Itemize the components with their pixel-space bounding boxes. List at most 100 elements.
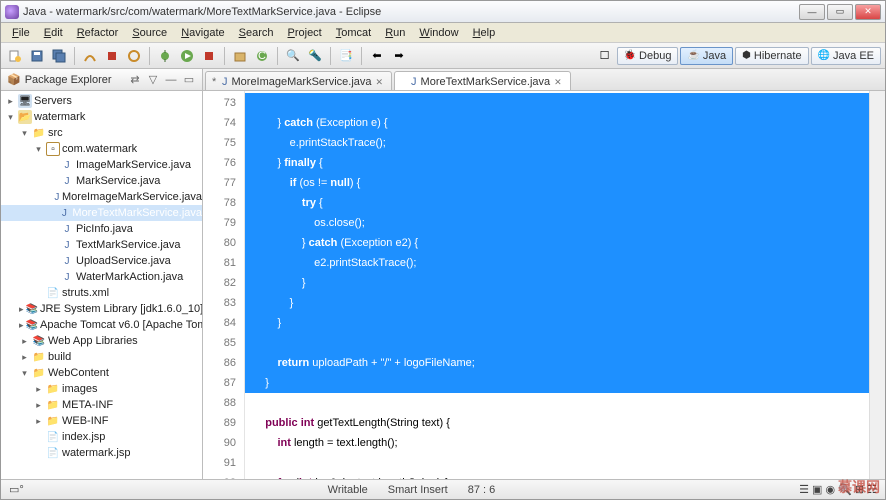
- perspective-javaee[interactable]: 🌐 Java EE: [811, 47, 881, 65]
- view-menu-icon[interactable]: ▽: [146, 73, 160, 86]
- tree-node[interactable]: JMarkService.java: [1, 173, 202, 189]
- expand-icon[interactable]: ▾: [19, 368, 30, 379]
- tree-node[interactable]: JUploadService.java: [1, 253, 202, 269]
- srv-icon: 🖥: [18, 94, 32, 108]
- tree-node[interactable]: 📄index.jsp: [1, 429, 202, 445]
- link-editor-icon[interactable]: ⇄: [128, 73, 142, 86]
- new-package-button[interactable]: [230, 46, 250, 66]
- vertical-scrollbar[interactable]: [869, 91, 885, 479]
- tree-node[interactable]: JTextMarkService.java: [1, 237, 202, 253]
- open-perspective-button[interactable]: ☐: [595, 46, 615, 66]
- save-all-button[interactable]: [49, 46, 69, 66]
- close-tab-icon[interactable]: ✕: [376, 77, 384, 88]
- external-tools-button[interactable]: [199, 46, 219, 66]
- tree-node[interactable]: ▾📁WebContent: [1, 365, 202, 381]
- tomcat-start-icon[interactable]: [80, 46, 100, 66]
- tree-node[interactable]: ▾📁src: [1, 125, 202, 141]
- expand-icon[interactable]: ▸: [5, 96, 16, 107]
- new-button[interactable]: [5, 46, 25, 66]
- run-button[interactable]: [177, 46, 197, 66]
- tree-node[interactable]: ▸🖥Servers: [1, 93, 202, 109]
- tree-node[interactable]: JMoreImageMarkService.java: [1, 189, 202, 205]
- tree-label: index.jsp: [62, 431, 105, 443]
- package-explorer-tab[interactable]: 📦 Package Explorer ⇄ ▽ — ▭: [1, 69, 202, 91]
- java-file-icon: J: [222, 76, 228, 88]
- menu-file[interactable]: File: [5, 25, 37, 41]
- tomcat-restart-icon[interactable]: [124, 46, 144, 66]
- save-button[interactable]: [27, 46, 47, 66]
- minimize-button[interactable]: —: [799, 4, 825, 20]
- expand-icon[interactable]: ▾: [33, 144, 44, 155]
- tree-node[interactable]: ▸📁WEB-INF: [1, 413, 202, 429]
- code-content[interactable]: } catch (Exception e) { e.printStackTrac…: [245, 91, 869, 479]
- code-editor[interactable]: 7374757677787980818283848586878889909192…: [203, 91, 885, 479]
- maximize-button[interactable]: ▭: [827, 4, 853, 20]
- menu-run[interactable]: Run: [378, 25, 412, 41]
- editor-tab[interactable]: *JMoreImageMarkService.java✕: [205, 71, 392, 90]
- menu-project[interactable]: Project: [281, 25, 329, 41]
- maximize-view-icon[interactable]: ▭: [182, 73, 196, 86]
- tree-node[interactable]: ▸📚Apache Tomcat v6.0 [Apache Tomcat v6: [1, 317, 202, 333]
- expand-icon[interactable]: ▸: [19, 304, 24, 315]
- open-type-button[interactable]: 🔍: [283, 46, 303, 66]
- minimize-view-icon[interactable]: —: [164, 74, 178, 86]
- main-toolbar: C 🔍 🔦 📑 ⬅ ➡ ☐ 🐞 Debug ☕ Java ⬢ Hibernate…: [1, 43, 885, 69]
- tree-node[interactable]: ▸📚Web App Libraries: [1, 333, 202, 349]
- tree-node[interactable]: ▸📁images: [1, 381, 202, 397]
- tree-node[interactable]: JPicInfo.java: [1, 221, 202, 237]
- perspective-debug[interactable]: 🐞 Debug: [617, 47, 679, 65]
- back-button[interactable]: ⬅: [367, 46, 387, 66]
- close-tab-icon[interactable]: ✕: [554, 77, 562, 88]
- perspective-hibernate[interactable]: ⬢ Hibernate: [735, 47, 808, 65]
- search-button[interactable]: 🔦: [305, 46, 325, 66]
- tomcat-stop-icon[interactable]: [102, 46, 122, 66]
- status-bar: ▭° Writable Smart Insert 87 : 6 ☰ ▣ ◉ 🔍 …: [1, 479, 885, 499]
- debug-button[interactable]: [155, 46, 175, 66]
- expand-icon[interactable]: ▸: [19, 352, 30, 363]
- expand-icon[interactable]: ▸: [19, 320, 24, 331]
- expand-icon[interactable]: ▾: [5, 112, 16, 123]
- menu-navigate[interactable]: Navigate: [174, 25, 231, 41]
- menu-window[interactable]: Window: [412, 25, 465, 41]
- expand-icon[interactable]: ▾: [19, 128, 30, 139]
- tree-node[interactable]: ▸📚JRE System Library [jdk1.6.0_10]: [1, 301, 202, 317]
- menu-edit[interactable]: Edit: [37, 25, 70, 41]
- tree-node[interactable]: ▾▫com.watermark: [1, 141, 202, 157]
- prj-icon: 📂: [18, 110, 32, 124]
- forward-button[interactable]: ➡: [389, 46, 409, 66]
- tree-node[interactable]: JMoreTextMarkService.java: [1, 205, 202, 221]
- perspective-java[interactable]: ☕ Java: [680, 47, 733, 65]
- project-tree[interactable]: ▸🖥Servers▾📂watermark▾📁src▾▫com.watermark…: [1, 91, 202, 479]
- tree-node[interactable]: ▸📁META-INF: [1, 397, 202, 413]
- toggle-mark-button[interactable]: 📑: [336, 46, 356, 66]
- expand-icon[interactable]: ▸: [33, 384, 44, 395]
- editor-tab[interactable]: JMoreTextMarkService.java✕: [394, 71, 571, 90]
- tree-node[interactable]: JImageMarkService.java: [1, 157, 202, 173]
- close-button[interactable]: ✕: [855, 4, 881, 20]
- menu-refactor[interactable]: Refactor: [70, 25, 126, 41]
- menu-tomcat[interactable]: Tomcat: [329, 25, 378, 41]
- tree-node[interactable]: 📄struts.xml: [1, 285, 202, 301]
- tree-label: MoreImageMarkService.java: [62, 191, 202, 203]
- java-icon: J: [60, 254, 74, 268]
- tree-label: Web App Libraries: [48, 335, 138, 347]
- expand-icon[interactable]: ▸: [19, 336, 30, 347]
- tree-node[interactable]: JWaterMarkAction.java: [1, 269, 202, 285]
- fld-icon: 📁: [32, 126, 46, 140]
- java-icon: J: [60, 158, 74, 172]
- tree-node[interactable]: ▸📁build: [1, 349, 202, 365]
- menu-source[interactable]: Source: [125, 25, 174, 41]
- java-icon: J: [60, 270, 74, 284]
- java-icon: J: [60, 174, 74, 188]
- menu-help[interactable]: Help: [466, 25, 503, 41]
- quick-access-icon[interactable]: ▭°: [9, 483, 24, 496]
- expand-icon[interactable]: ▸: [33, 400, 44, 411]
- expand-icon[interactable]: ▸: [33, 416, 44, 427]
- menu-search[interactable]: Search: [232, 25, 281, 41]
- package-explorer-view: 📦 Package Explorer ⇄ ▽ — ▭ ▸🖥Servers▾📂wa…: [1, 69, 203, 479]
- xml-icon: 📄: [46, 430, 60, 444]
- tree-node[interactable]: 📄watermark.jsp: [1, 445, 202, 461]
- tree-node[interactable]: ▾📂watermark: [1, 109, 202, 125]
- editor-tab-bar: *JMoreImageMarkService.java✕JMoreTextMar…: [203, 69, 885, 91]
- new-class-button[interactable]: C: [252, 46, 272, 66]
